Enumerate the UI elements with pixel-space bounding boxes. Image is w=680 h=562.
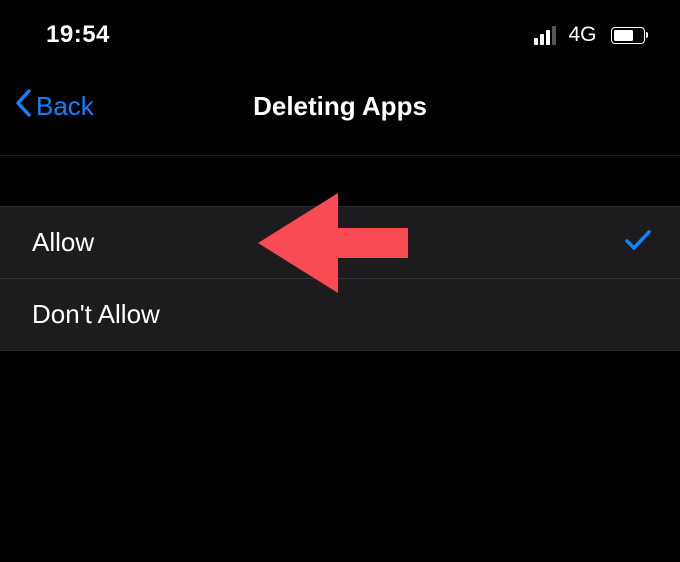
options-list: Allow Don't Allow	[0, 206, 680, 351]
battery-fill	[614, 30, 634, 41]
option-label: Allow	[32, 227, 94, 258]
network-type: 4G	[568, 23, 596, 47]
chevron-left-icon	[14, 88, 32, 125]
back-label: Back	[36, 91, 94, 122]
option-label: Don't Allow	[32, 299, 160, 330]
status-indicators: 4G	[534, 23, 648, 47]
status-bar: 19:54 4G	[0, 0, 680, 60]
nav-bar: Back Deleting Apps	[0, 60, 680, 156]
status-time: 19:54	[46, 21, 110, 49]
back-button[interactable]: Back	[14, 88, 94, 125]
signal-icon	[534, 26, 556, 45]
page-title: Deleting Apps	[253, 91, 427, 122]
checkmark-icon	[624, 228, 652, 257]
option-dont-allow[interactable]: Don't Allow	[0, 279, 680, 350]
battery-icon	[611, 27, 649, 44]
option-allow[interactable]: Allow	[0, 207, 680, 279]
